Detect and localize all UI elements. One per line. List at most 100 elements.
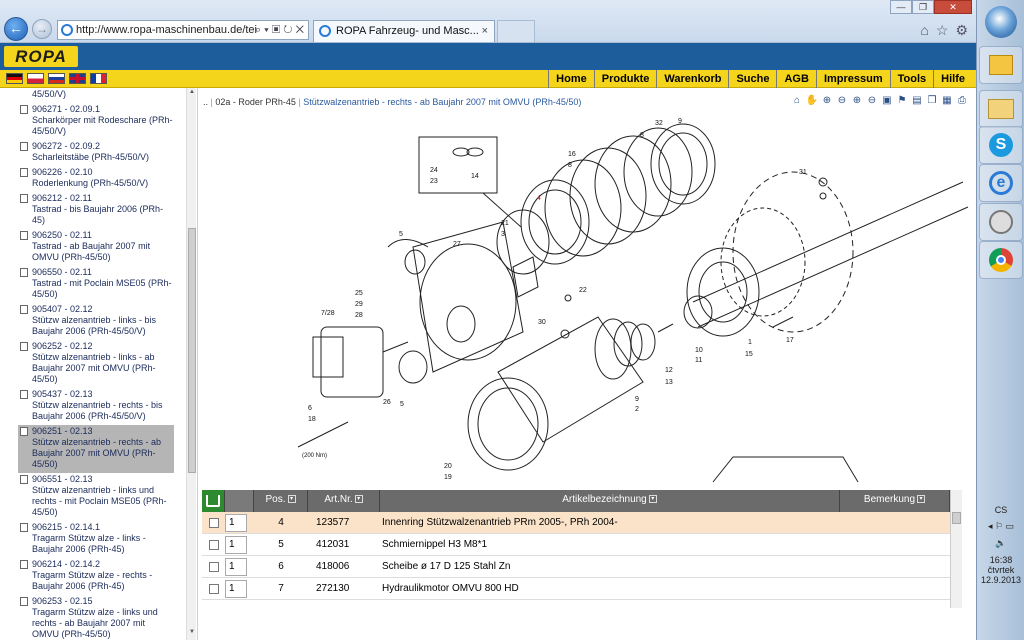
drawing-position-label[interactable]: 18 <box>308 416 316 423</box>
sidebar-item[interactable]: 906550 - 02.11 Tastrad - mit Poclain MSE0… <box>18 266 174 303</box>
header-desc[interactable]: Artikelbezeichnung ▾ <box>380 490 840 512</box>
drawing-position-label[interactable]: 13 <box>665 379 673 386</box>
drawing-position-label[interactable]: 32 <box>655 120 663 127</box>
sidebar-item[interactable]: 906212 - 02.11 Tastrad - bis Baujahr 2006… <box>18 192 174 229</box>
table-row[interactable]: 1 4 123577 Innenring Stützwalzenantrieb PRm… <box>202 512 950 534</box>
sidebar-item[interactable]: 905407 - 02.12 Stützw alzenantrieb - link… <box>18 303 174 340</box>
favorites-icon[interactable]: ☆ <box>936 22 949 39</box>
sidebar-item[interactable]: 906251 - 02.13 Stützw alzenantrieb - rech… <box>18 425 174 473</box>
drawing-position-label[interactable]: 5 <box>399 231 403 238</box>
table-scroll-thumb[interactable] <box>952 512 961 524</box>
scroll-up-icon[interactable]: ▲ <box>188 89 196 99</box>
row-checkbox[interactable] <box>208 561 219 572</box>
scroll-down-icon[interactable]: ▼ <box>188 629 196 639</box>
sidebar-item[interactable]: 906215 - 02.14.1 Tragarm Stützw alze - li… <box>18 521 174 558</box>
gear-icon[interactable]: ⚙ <box>955 22 968 39</box>
home-icon[interactable]: ⌂ <box>920 22 928 39</box>
language-indicator[interactable]: CS <box>977 505 1024 515</box>
fit-icon[interactable]: ▣ <box>880 94 894 108</box>
header-remark[interactable]: Bemerkung ▾ <box>840 490 950 512</box>
drawing-position-label[interactable]: 9 <box>678 118 682 125</box>
row-checkbox[interactable] <box>208 583 219 594</box>
flag-pl-icon[interactable] <box>27 73 44 84</box>
drawing-position-label[interactable]: 10 <box>695 347 703 354</box>
drawing-position-label[interactable]: 29 <box>355 301 363 308</box>
table-row[interactable]: 1 6 418006 Scheibe ø 17 D 125 Stahl Zn <box>202 556 950 578</box>
table-row[interactable]: 1 7 272130 Hydraulikmotor OMVU 800 HD <box>202 578 950 600</box>
header-art[interactable]: Art.Nr. ▾ <box>308 490 380 512</box>
taskbar-skype-app[interactable]: S <box>979 126 1023 164</box>
quantity-input[interactable]: 1 <box>225 557 247 576</box>
menu-produkte[interactable]: Produkte <box>593 70 657 88</box>
drawing-position-label[interactable]: (200 Nm) <box>302 453 327 459</box>
drawing-position-label[interactable]: 24 <box>430 167 438 174</box>
menu-suche[interactable]: Suche <box>728 70 776 88</box>
sidebar-item[interactable]: 906551 - 02.13 Stützw alzenantrieb - link… <box>18 473 174 521</box>
address-tools[interactable]: ⌕ ▾ ▣ ↻ ✕ <box>255 21 304 39</box>
table-row[interactable]: 1 5 412031 Schmiernippel H3 M8*1 <box>202 534 950 556</box>
taskbar-mail-app[interactable] <box>979 46 1023 84</box>
address-bar[interactable]: http://www.ropa-maschinenbau.de/tei ⌕ ▾ … <box>57 20 309 40</box>
drawing-position-label[interactable]: 27 <box>453 241 461 248</box>
drawing-position-label[interactable]: 8 <box>640 132 644 139</box>
menu-home[interactable]: Home <box>548 70 594 88</box>
quantity-input[interactable]: 1 <box>225 579 247 598</box>
menu-warenkorb[interactable]: Warenkorb <box>656 70 728 88</box>
taskbar-ie-app[interactable]: e <box>979 164 1023 202</box>
flag-ru-icon[interactable] <box>48 73 65 84</box>
drawing-position-label[interactable]: 8 <box>568 162 572 169</box>
drawing-position-label[interactable]: 17 <box>786 337 794 344</box>
add-to-cart-button[interactable] <box>202 490 225 512</box>
sidebar-item[interactable]: 906271 - 02.09.1 Scharkörper mit Rodescha… <box>18 103 174 140</box>
zoom-in-icon[interactable]: ⊕ <box>820 94 834 108</box>
tab-close-button[interactable]: × <box>482 21 488 41</box>
drawing-position-label[interactable]: 2 <box>635 406 639 413</box>
sidebar-item[interactable]: 906214 - 02.14.2 Tragarm Stützw alze - re… <box>18 558 174 595</box>
taskbar-chrome-app[interactable] <box>979 241 1023 279</box>
drawing-position-label[interactable]: 4 <box>537 195 541 202</box>
menu-tools[interactable]: Tools <box>889 70 934 88</box>
drawing-position-label[interactable]: 5 <box>400 401 404 408</box>
minimize-button[interactable]: — <box>890 0 912 14</box>
taskbar-explorer-app[interactable] <box>979 90 1023 128</box>
sidebar-item[interactable]: 906272 - 02.09.2 Scharleitstäbe (PRh-45/5… <box>18 140 174 166</box>
drawing-position-label[interactable]: 25 <box>355 290 363 297</box>
clock-time[interactable]: 16:38 <box>977 555 1024 565</box>
maximize-button[interactable]: ❐ <box>912 0 934 14</box>
drawing-position-label[interactable]: 19 <box>444 474 452 481</box>
flag-gb-icon[interactable] <box>69 73 86 84</box>
drawing-position-label[interactable]: 12 <box>665 367 673 374</box>
sidebar-item[interactable]: 905437 - 02.13 Stützw alzenantrieb - rech… <box>18 388 174 425</box>
hand-icon[interactable]: ✋ <box>805 94 819 108</box>
taskbar-app[interactable] <box>979 203 1023 241</box>
sidebar-item[interactable]: 906253 - 02.15 Tragarm Stützw alze - link… <box>18 595 174 640</box>
print-icon[interactable]: ⎙ <box>955 94 969 108</box>
back-button[interactable]: ← <box>4 17 28 41</box>
drawing-position-label[interactable]: 3 <box>501 231 505 238</box>
drawing-position-label[interactable]: 22 <box>579 287 587 294</box>
ropa-logo[interactable]: ROPA <box>4 46 78 67</box>
zoom-in-2-icon[interactable]: ⊕ <box>850 94 864 108</box>
drawing-position-label[interactable]: 15 <box>745 351 753 358</box>
drawing-position-label[interactable]: 14 <box>471 173 479 180</box>
drawing-position-label[interactable]: 20 <box>444 463 452 470</box>
drawing-position-label[interactable]: 1 <box>748 339 752 346</box>
sidebar-item[interactable]: 906252 - 02.12 Stützw alzenantrieb - link… <box>18 340 174 388</box>
row-checkbox[interactable] <box>208 517 219 528</box>
quantity-input[interactable]: 1 <box>225 535 247 554</box>
drawing-position-label[interactable]: 28 <box>355 312 363 319</box>
zoom-out-2-icon[interactable]: ⊖ <box>865 94 879 108</box>
menu-hilfe[interactable]: Hilfe <box>933 70 972 88</box>
copy-icon[interactable]: ❐ <box>925 94 939 108</box>
quantity-input[interactable]: 1 <box>225 513 247 532</box>
forward-button[interactable]: → <box>32 19 52 39</box>
sidebar-item[interactable]: 906250 - 02.11 Tastrad - ab Baujahr 2007 … <box>18 229 174 266</box>
drawing-position-label[interactable]: 11 <box>695 357 702 364</box>
sidebar-item[interactable]: 906226 - 02.10 Roderlenkung (PRh-45/50/V) <box>18 166 174 192</box>
flag-de-icon[interactable] <box>6 73 23 84</box>
close-window-button[interactable]: ✕ <box>934 0 972 14</box>
drawing-position-label[interactable]: 21 <box>501 220 509 227</box>
drawing-position-label[interactable]: 26 <box>383 399 391 406</box>
table-scrollbar[interactable] <box>950 490 962 608</box>
header-pos[interactable]: Pos. ▾ <box>254 490 308 512</box>
